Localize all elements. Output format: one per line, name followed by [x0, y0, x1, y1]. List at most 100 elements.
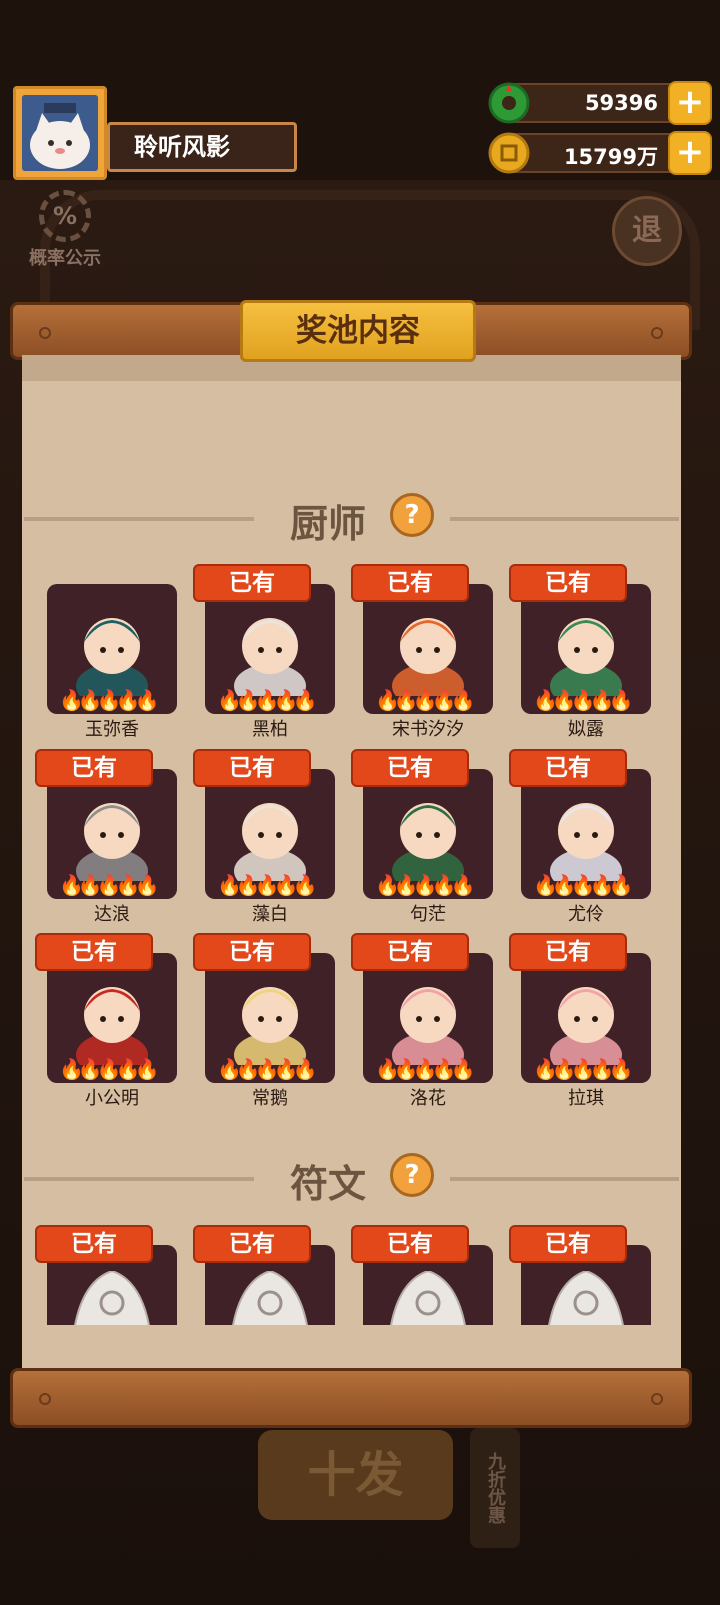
jade-coin-icon — [488, 82, 530, 124]
chef-name: 黑柏 — [252, 719, 288, 740]
chef-portrait: 🔥🔥🔥🔥🔥 — [363, 584, 493, 714]
chef-help-icon[interactable]: ? — [390, 493, 434, 537]
chef-card[interactable]: 🔥🔥🔥🔥🔥 宋书汐汐 已有 — [351, 564, 493, 744]
discount-tag: 九折优惠 — [470, 1428, 520, 1548]
chef-character-icon — [550, 618, 622, 696]
prize-pool-panel[interactable]: 厨师 ? 🔥🔥🔥🔥🔥 玉弥香 🔥🔥🔥🔥🔥 黑柏 已有 🔥🔥🔥🔥🔥 宋书汐汐 已有 🔥🔥🔥🔥🔥 姒露… — [22, 355, 681, 1368]
probability-label: 概率公示 — [29, 248, 101, 269]
owned-badge: 已有 — [35, 1225, 153, 1263]
rune-section-header: 符文 ? — [22, 1153, 681, 1206]
chef-card[interactable]: 🔥🔥🔥🔥🔥 达浪 已有 — [35, 749, 177, 929]
gold-currency: 15799万 + — [488, 131, 712, 175]
rune-stone-icon — [548, 1271, 624, 1325]
add-jade-button[interactable]: + — [668, 81, 712, 125]
owned-badge: 已有 — [193, 749, 311, 787]
chef-name: 玉弥香 — [85, 719, 139, 740]
chef-portrait: 🔥🔥🔥🔥🔥 — [47, 584, 177, 714]
star-flames-icon: 🔥🔥🔥🔥🔥 — [59, 873, 159, 897]
gold-amount: 15799万 — [563, 145, 658, 169]
chef-card[interactable]: 🔥🔥🔥🔥🔥 洛花 已有 — [351, 933, 493, 1113]
owned-badge: 已有 — [193, 933, 311, 971]
owned-badge: 已有 — [35, 933, 153, 971]
star-flames-icon: 🔥🔥🔥🔥🔥 — [59, 1057, 159, 1081]
chef-card[interactable]: 🔥🔥🔥🔥🔥 小公明 已有 — [35, 933, 177, 1113]
rune-section-title: 符文 — [290, 1162, 367, 1206]
chef-character-icon — [76, 618, 148, 696]
chef-character-icon — [392, 803, 464, 881]
chef-card[interactable]: 🔥🔥🔥🔥🔥 玉弥香 — [47, 584, 177, 744]
owned-badge: 已有 — [509, 749, 627, 787]
chef-portrait: 🔥🔥🔥🔥🔥 — [47, 953, 177, 1083]
jade-amount: 59396 — [584, 91, 658, 115]
chef-character-icon — [550, 803, 622, 881]
chef-name: 宋书汐汐 — [392, 719, 464, 740]
chef-character-icon — [234, 987, 306, 1065]
chef-name: 小公明 — [85, 1088, 139, 1109]
chef-card[interactable]: 🔥🔥🔥🔥🔥 拉琪 已有 — [509, 933, 651, 1113]
player-name: 聆听风影 — [107, 122, 297, 172]
owned-badge: 已有 — [193, 564, 311, 602]
chef-character-icon — [234, 803, 306, 881]
chef-portrait: 🔥🔥🔥🔥🔥 — [363, 953, 493, 1083]
chef-character-icon — [76, 803, 148, 881]
chef-card[interactable]: 🔥🔥🔥🔥🔥 尤伶 已有 — [509, 749, 651, 929]
chef-name: 拉琪 — [568, 1088, 604, 1109]
chef-name: 常鹅 — [252, 1088, 288, 1109]
chef-card[interactable]: 🔥🔥🔥🔥🔥 姒露 已有 — [509, 564, 651, 744]
owned-badge: 已有 — [35, 749, 153, 787]
star-flames-icon: 🔥🔥🔥🔥🔥 — [217, 873, 317, 897]
exit-button[interactable]: 退 — [612, 196, 682, 266]
chef-portrait: 🔥🔥🔥🔥🔥 — [521, 769, 651, 899]
rune-stone-icon — [74, 1271, 150, 1325]
rune-card[interactable]: 已有 — [193, 1225, 335, 1325]
chef-character-icon — [392, 618, 464, 696]
chef-name: 姒露 — [568, 719, 604, 740]
chef-portrait: 🔥🔥🔥🔥🔥 — [521, 953, 651, 1083]
owned-badge: 已有 — [351, 749, 469, 787]
chef-portrait: 🔥🔥🔥🔥🔥 — [363, 769, 493, 899]
gold-coin-icon — [488, 132, 530, 174]
chef-name: 句茫 — [410, 904, 446, 925]
owned-badge: 已有 — [351, 1225, 469, 1263]
ten-draw-button[interactable]: 十发 — [258, 1430, 453, 1520]
owned-badge: 已有 — [509, 564, 627, 602]
chef-character-icon — [550, 987, 622, 1065]
star-flames-icon: 🔥🔥🔥🔥🔥 — [533, 688, 633, 712]
chef-card[interactable]: 🔥🔥🔥🔥🔥 黑柏 已有 — [193, 564, 335, 744]
owned-badge: 已有 — [509, 933, 627, 971]
panel-title: 奖池内容 — [240, 300, 476, 362]
star-flames-icon: 🔥🔥🔥🔥🔥 — [375, 688, 475, 712]
chef-name: 藻白 — [252, 904, 288, 925]
chef-card[interactable]: 🔥🔥🔥🔥🔥 句茫 已有 — [351, 749, 493, 929]
chef-portrait: 🔥🔥🔥🔥🔥 — [521, 584, 651, 714]
chef-portrait: 🔥🔥🔥🔥🔥 — [205, 953, 335, 1083]
chef-card[interactable]: 🔥🔥🔥🔥🔥 藻白 已有 — [193, 749, 335, 929]
chef-portrait: 🔥🔥🔥🔥🔥 — [205, 584, 335, 714]
rune-stone-icon — [232, 1271, 308, 1325]
rune-card[interactable]: 已有 — [351, 1225, 493, 1325]
chef-character-icon — [76, 987, 148, 1065]
rune-card[interactable]: 已有 — [509, 1225, 651, 1325]
star-flames-icon: 🔥🔥🔥🔥🔥 — [217, 1057, 317, 1081]
star-flames-icon: 🔥🔥🔥🔥🔥 — [59, 688, 159, 712]
star-flames-icon: 🔥🔥🔥🔥🔥 — [375, 873, 475, 897]
jade-currency: 59396 + — [488, 81, 712, 125]
chef-character-icon — [234, 618, 306, 696]
avatar[interactable] — [13, 86, 107, 180]
add-gold-button[interactable]: + — [668, 131, 712, 175]
chef-card[interactable]: 🔥🔥🔥🔥🔥 常鹅 已有 — [193, 933, 335, 1113]
owned-badge: 已有 — [193, 1225, 311, 1263]
chef-portrait: 🔥🔥🔥🔥🔥 — [205, 769, 335, 899]
chef-character-icon — [392, 987, 464, 1065]
owned-badge: 已有 — [509, 1225, 627, 1263]
scroll-rod-bottom — [10, 1368, 692, 1428]
probability-button[interactable]: % 概率公示 — [18, 190, 112, 270]
chef-name: 尤伶 — [568, 904, 604, 925]
star-flames-icon: 🔥🔥🔥🔥🔥 — [217, 688, 317, 712]
rune-card[interactable]: 已有 — [35, 1225, 177, 1325]
owned-badge: 已有 — [351, 564, 469, 602]
chef-portrait: 🔥🔥🔥🔥🔥 — [47, 769, 177, 899]
star-flames-icon: 🔥🔥🔥🔥🔥 — [533, 1057, 633, 1081]
rune-help-icon[interactable]: ? — [390, 1153, 434, 1197]
chef-name: 洛花 — [410, 1088, 446, 1109]
